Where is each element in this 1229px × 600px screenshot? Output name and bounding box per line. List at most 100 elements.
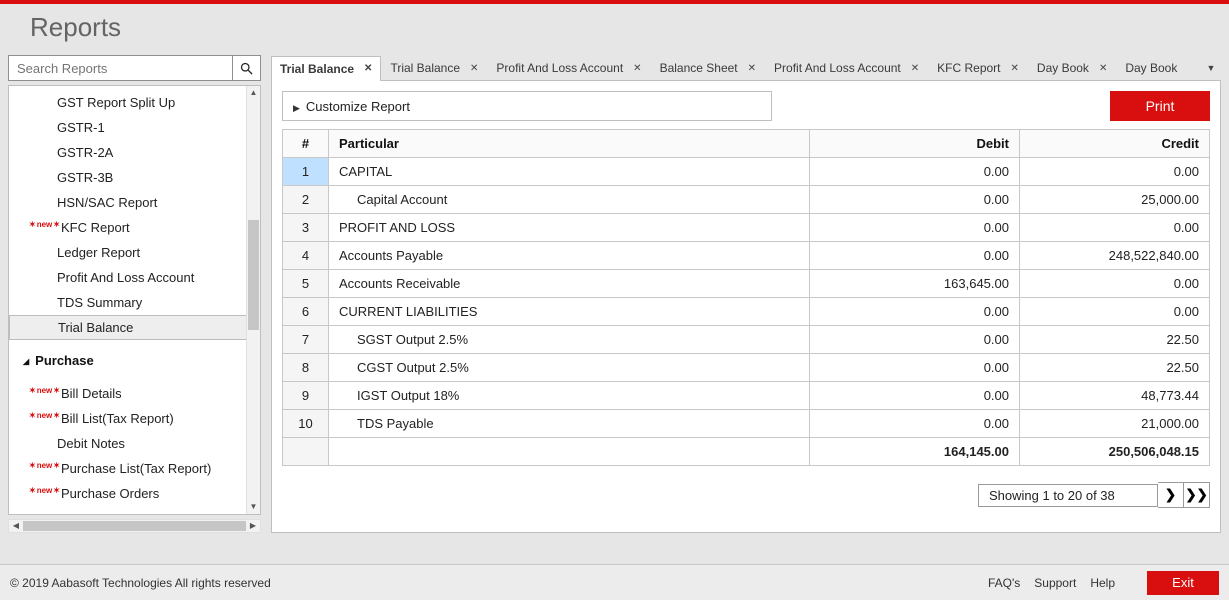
print-button[interactable]: Print <box>1110 91 1210 121</box>
cell-index: 3 <box>283 214 329 242</box>
table-row[interactable]: 10TDS Payable0.0021,000.00 <box>283 410 1210 438</box>
tree-item-label: Trial Balance <box>58 320 133 335</box>
tree-item-label: Bill List(Tax Report) <box>61 411 174 426</box>
cell-index: 5 <box>283 270 329 298</box>
table-row[interactable]: 3PROFIT AND LOSS0.000.00 <box>283 214 1210 242</box>
cell-credit: 0.00 <box>1020 214 1210 242</box>
scroll-thumb[interactable] <box>248 220 259 330</box>
close-icon[interactable]: ✕ <box>911 63 919 74</box>
col-index[interactable]: # <box>283 130 329 158</box>
table-row[interactable]: 9IGST Output 18%0.0048,773.44 <box>283 382 1210 410</box>
tree-item[interactable]: newBill List(Tax Report) <box>9 406 260 431</box>
new-badge: new <box>29 486 60 495</box>
tree-group-purchase[interactable]: Purchase <box>9 348 260 373</box>
search-button[interactable] <box>232 56 260 80</box>
footer-link-support[interactable]: Support <box>1034 576 1076 590</box>
customize-report-button[interactable]: Customize Report <box>282 91 772 121</box>
tab[interactable]: Profit And Loss Account ✕ <box>765 55 928 80</box>
tree-item-label: GST Report Split Up <box>57 95 175 110</box>
close-icon[interactable]: ✕ <box>633 63 641 74</box>
close-icon[interactable]: ✕ <box>364 63 372 74</box>
table-row[interactable]: 5Accounts Receivable163,645.000.00 <box>283 270 1210 298</box>
tab-label: Balance Sheet <box>660 61 738 75</box>
col-particular[interactable]: Particular <box>329 130 810 158</box>
tree-item[interactable]: GST Report Split Up <box>9 90 260 115</box>
tree-item-label: GSTR-2A <box>57 145 113 160</box>
footer-link-help[interactable]: Help <box>1090 576 1115 590</box>
tab[interactable]: Day Book <box>1116 55 1186 80</box>
tree-item[interactable]: Trial Balance <box>9 315 260 340</box>
tree-item[interactable]: newKFC Report <box>9 215 260 240</box>
tree-item[interactable]: HSN/SAC Report <box>9 190 260 215</box>
footer-copyright: © 2019 Aabasoft Technologies All rights … <box>10 576 271 590</box>
tree-item[interactable]: GSTR-1 <box>9 115 260 140</box>
tree-horizontal-scrollbar[interactable]: ◀ ▶ <box>8 519 261 533</box>
cell-debit: 0.00 <box>810 158 1020 186</box>
table-row[interactable]: 7SGST Output 2.5%0.0022.50 <box>283 326 1210 354</box>
scroll-down-icon[interactable]: ▼ <box>247 500 260 514</box>
total-debit: 164,145.00 <box>810 438 1020 466</box>
tab-label: Profit And Loss Account <box>774 61 901 75</box>
scroll-up-icon[interactable]: ▲ <box>247 86 260 100</box>
pager: Showing 1 to 20 of 38 ❯ ❯❯ <box>282 482 1210 508</box>
tree-item[interactable]: TDS Summary <box>9 290 260 315</box>
new-badge: new <box>29 220 60 229</box>
tree-item[interactable]: Debit Notes <box>9 431 260 456</box>
report-tree: GST Report Split Up GSTR-1 GSTR-2A GSTR-3BH… <box>8 85 261 515</box>
tree-item[interactable]: newPurchase List(Tax Report) <box>9 456 260 481</box>
content-panel: Trial Balance✕Trial Balance✕ Profit And L… <box>271 55 1221 533</box>
cell-particular: Accounts Receivable <box>329 270 810 298</box>
hscroll-thumb[interactable] <box>23 521 246 531</box>
scroll-right-icon[interactable]: ▶ <box>246 520 260 532</box>
tree-item[interactable]: newBill Details <box>9 381 260 406</box>
tree-vertical-scrollbar[interactable]: ▲ ▼ <box>246 86 260 514</box>
footer-link-faqs[interactable]: FAQ's <box>988 576 1020 590</box>
tab[interactable]: Day Book✕ <box>1028 55 1116 80</box>
new-badge: new <box>29 461 60 470</box>
cell-credit: 22.50 <box>1020 354 1210 382</box>
cell-index: 7 <box>283 326 329 354</box>
pager-next-button[interactable]: ❯ <box>1158 482 1184 508</box>
pager-last-button[interactable]: ❯❯ <box>1184 482 1210 508</box>
tree-item[interactable]: Profit And Loss Account <box>9 265 260 290</box>
tree-item[interactable]: GSTR-2A <box>9 140 260 165</box>
cell-credit: 0.00 <box>1020 270 1210 298</box>
close-icon[interactable]: ✕ <box>470 63 478 74</box>
table-row[interactable]: 1CAPITAL0.000.00 <box>283 158 1210 186</box>
tree-item[interactable]: Ledger Report <box>9 240 260 265</box>
tab[interactable]: Trial Balance✕ <box>271 56 381 81</box>
tab[interactable]: Balance Sheet ✕ <box>651 55 765 80</box>
page-title: Reports <box>0 4 1229 55</box>
close-icon[interactable]: ✕ <box>1011 63 1019 74</box>
tab[interactable]: Profit And Loss Account✕ <box>487 55 650 80</box>
table-row[interactable]: 2Capital Account0.0025,000.00 <box>283 186 1210 214</box>
col-debit[interactable]: Debit <box>810 130 1020 158</box>
table-row[interactable]: 8CGST Output 2.5%0.0022.50 <box>283 354 1210 382</box>
close-icon[interactable]: ✕ <box>1099 63 1107 74</box>
cell-index: 6 <box>283 298 329 326</box>
tab[interactable]: KFC Report ✕ <box>928 55 1028 80</box>
cell-credit: 25,000.00 <box>1020 186 1210 214</box>
cell-debit: 163,645.00 <box>810 270 1020 298</box>
trial-balance-grid: # Particular Debit Credit 1CAPITAL0.000.… <box>282 129 1210 466</box>
col-credit[interactable]: Credit <box>1020 130 1210 158</box>
tree-item[interactable]: GSTR-3B <box>9 165 260 190</box>
search-input[interactable] <box>9 56 232 80</box>
cell-credit: 48,773.44 <box>1020 382 1210 410</box>
search-wrap <box>8 55 261 81</box>
close-icon[interactable]: ✕ <box>748 63 756 74</box>
exit-button[interactable]: Exit <box>1147 571 1219 595</box>
tab-label: KFC Report <box>937 61 1000 75</box>
footer: © 2019 Aabasoft Technologies All rights … <box>0 564 1229 600</box>
table-row[interactable]: 4Accounts Payable0.00248,522,840.00 <box>283 242 1210 270</box>
tree-item-label: Purchase Orders <box>61 486 159 501</box>
scroll-left-icon[interactable]: ◀ <box>9 520 23 532</box>
tab[interactable]: Trial Balance✕ <box>381 55 487 80</box>
tab-overflow-button[interactable]: ▼ <box>1201 55 1221 80</box>
tree-item-label: TDS Summary <box>57 295 142 310</box>
tree-item-label: KFC Report <box>61 220 130 235</box>
tree-item[interactable]: newPurchase Orders <box>9 481 260 506</box>
table-row[interactable]: 6CURRENT LIABILITIES0.000.00 <box>283 298 1210 326</box>
cell-particular: TDS Payable <box>329 410 810 438</box>
cell-particular: CGST Output 2.5% <box>329 354 810 382</box>
